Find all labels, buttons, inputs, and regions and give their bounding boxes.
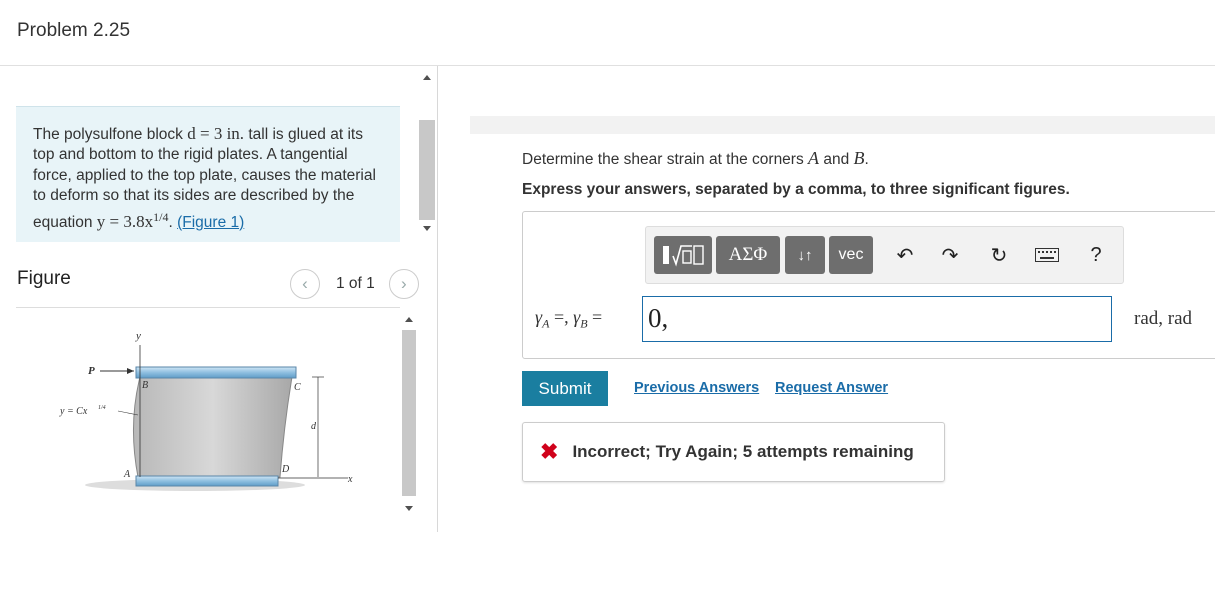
math-equation: y = 3.8x — [96, 211, 154, 231]
header-divider — [0, 65, 1215, 66]
question-prefix: Determine the shear strain at the corner… — [522, 151, 809, 168]
sub-b: B — [580, 316, 588, 331]
keyboard-glyph — [1035, 248, 1059, 262]
bottom-plate — [135, 475, 279, 487]
templates-icon[interactable] — [654, 236, 712, 274]
label-equation: y = Cx — [59, 406, 88, 417]
answer-instruction: Express your answers, separated by a com… — [522, 181, 1070, 198]
answer-input[interactable]: 0, — [642, 296, 1112, 342]
scrollbar-thumb[interactable] — [402, 330, 416, 496]
label-equation-exp: 1/4 — [98, 404, 106, 411]
feedback-message: Incorrect; Try Again; 5 attempts remaini… — [572, 442, 914, 461]
question-suffix: . — [864, 151, 869, 168]
force-arrowhead — [127, 368, 134, 374]
math-d: d = 3 in. — [187, 124, 245, 143]
scrollbar-thumb[interactable] — [419, 120, 435, 220]
figure-divider — [16, 307, 400, 308]
vec-button[interactable]: vec — [829, 236, 873, 274]
arrows-button[interactable]: ↓↑ — [785, 236, 825, 274]
figure-scrollbar[interactable] — [398, 308, 418, 522]
label-dd: D — [281, 464, 290, 475]
previous-answers-link[interactable]: Previous Answers — [634, 380, 759, 396]
polysulfone-block — [132, 376, 293, 478]
label-a: A — [123, 469, 131, 480]
request-answer-link[interactable]: Request Answer — [775, 380, 888, 396]
scroll-down-icon[interactable] — [405, 506, 413, 511]
top-plate — [135, 366, 297, 379]
part-header-bar — [470, 116, 1215, 134]
label-p: P — [88, 365, 95, 377]
figure-link[interactable]: (Figure 1) — [177, 214, 244, 231]
problem-statement: The polysulfone block d = 3 in. tall is … — [16, 106, 400, 242]
feedback-box: ✖ Incorrect; Try Again; 5 attempts remai… — [522, 422, 945, 482]
question-mid: and — [819, 151, 854, 168]
error-icon: ✖ — [540, 439, 559, 464]
figure-pager: ‹ 1 of 1 › — [290, 268, 419, 300]
label-b: B — [142, 380, 148, 391]
corner-a: A — [808, 148, 820, 168]
greek-button[interactable]: ΑΣΦ — [716, 236, 780, 274]
math-toolbar: ΑΣΦ ↓↑ vec ↶ ↷ ↻ ? — [645, 226, 1124, 284]
label-c: C — [294, 382, 301, 393]
scroll-up-icon[interactable] — [405, 317, 413, 322]
figure-heading: Figure — [17, 268, 71, 289]
reset-icon[interactable]: ↻ — [986, 242, 1012, 268]
redo-icon[interactable]: ↷ — [937, 242, 963, 268]
help-icon[interactable]: ? — [1083, 242, 1109, 268]
templates-glyph — [663, 245, 704, 267]
answer-label: γA =, γB = — [535, 307, 602, 332]
chevron-right-icon[interactable]: › — [388, 269, 419, 299]
chevron-left-icon[interactable]: ‹ — [290, 269, 320, 299]
label-eq: = — [587, 307, 603, 327]
label-x: x — [347, 474, 353, 485]
problem-text-3: . — [168, 213, 178, 231]
label-y: y — [135, 330, 141, 342]
math-exponent: 1/4 — [153, 209, 169, 224]
question-text: Determine the shear strain at the corner… — [522, 148, 869, 169]
page-title: Problem 2.25 — [17, 20, 131, 41]
pane-divider — [437, 66, 438, 532]
corner-b: B — [853, 148, 865, 168]
problem-figure: y P y = Cx 1/4 B C d D A x — [59, 330, 353, 491]
keyboard-icon[interactable] — [1034, 242, 1060, 268]
label-sep: =, — [549, 307, 574, 327]
problem-scrollbar[interactable] — [417, 66, 437, 242]
figure-page-count: 1 of 1 — [336, 275, 375, 292]
answer-units: rad, rad — [1134, 308, 1193, 329]
problem-text-1: The polysulfone block — [33, 126, 188, 143]
scroll-down-icon[interactable] — [423, 226, 431, 231]
label-d: d — [311, 421, 317, 432]
scroll-up-icon[interactable] — [423, 75, 431, 80]
submit-button[interactable]: Submit — [522, 371, 608, 406]
undo-icon[interactable]: ↶ — [892, 242, 918, 268]
